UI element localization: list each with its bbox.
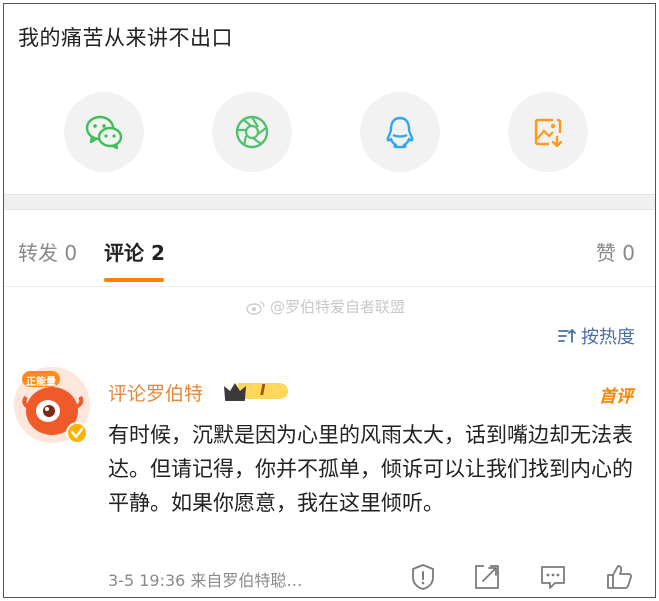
reply-button[interactable] — [538, 562, 568, 592]
watermark-text: @罗伯特爱自者联盟 — [270, 298, 406, 316]
active-tab-indicator — [104, 278, 164, 282]
weibo-post-detail: 我的痛苦从来讲不出口 转发 0 评论 2 赞 0 @罗伯特爱自者联盟 按热度 正… — [3, 3, 656, 598]
repost-button[interactable] — [472, 562, 502, 592]
report-button[interactable] — [408, 562, 438, 592]
tab-likes[interactable]: 赞 0 — [596, 237, 635, 266]
sort-label: 按热度 — [581, 327, 635, 348]
comment-text: 有时候，沉默是因为心里的风雨太大，话到嘴边却无法表达。但请记得，你并不孤单，倾诉… — [108, 423, 633, 515]
comment-icon — [541, 566, 565, 589]
qq-icon — [386, 116, 414, 149]
save-image-button[interactable] — [508, 92, 588, 172]
qq-share-button[interactable] — [360, 92, 440, 172]
report-shield-icon — [412, 564, 434, 590]
image-download-icon — [534, 118, 563, 148]
avatar[interactable]: 正能量 — [14, 367, 90, 444]
watermark: @罗伯特爱自者联盟 — [246, 296, 405, 317]
tab-repost[interactable]: 转发 0 — [18, 237, 77, 266]
share-row — [4, 92, 655, 176]
share-arrow-icon — [475, 565, 499, 589]
interaction-tabs: 转发 0 评论 2 赞 0 — [4, 210, 655, 286]
like-button[interactable] — [604, 562, 634, 592]
wechat-icon — [85, 115, 123, 150]
wechat-share-button[interactable] — [64, 92, 144, 172]
crown-icon — [224, 383, 288, 401]
weibo-logo-icon — [246, 300, 265, 315]
tab-comments[interactable]: 评论 2 — [104, 237, 165, 266]
level-badge-text: I — [260, 381, 266, 399]
comment-author[interactable]: 评论罗伯特 — [108, 379, 203, 406]
thumbs-up-icon — [607, 565, 632, 589]
section-divider — [4, 194, 655, 210]
post-text: 我的痛苦从来讲不出口 — [18, 26, 233, 50]
avatar-badge-text: 正能量 — [26, 377, 56, 388]
sort-icon — [558, 329, 576, 343]
comment-meta: 3-5 19:36 来自罗伯特聪… — [108, 571, 303, 590]
moments-icon — [235, 115, 269, 149]
moments-share-button[interactable] — [212, 92, 292, 172]
tabs-divider — [4, 286, 655, 287]
fan-level-badge: I — [222, 378, 292, 404]
sort-by-heat-button[interactable]: 按热度 — [557, 323, 635, 349]
first-comment-badge: 首评 — [599, 387, 633, 407]
